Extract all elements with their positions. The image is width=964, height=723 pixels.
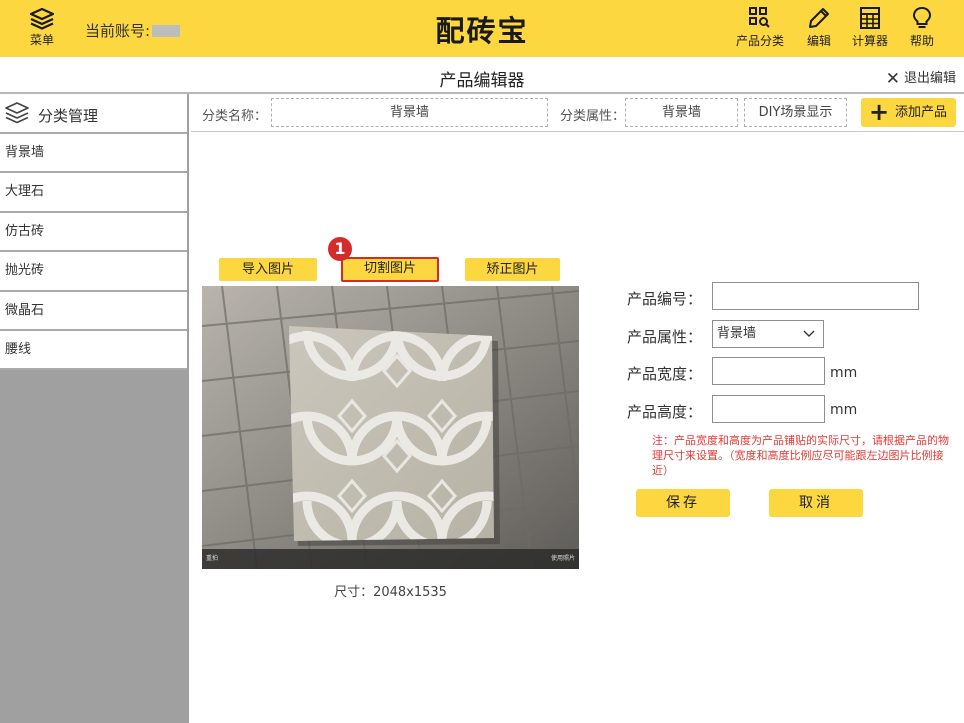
- width-input[interactable]: [712, 357, 825, 385]
- calculator-icon: [860, 7, 880, 29]
- sidebar-item-background-wall[interactable]: 背景墙: [0, 134, 187, 174]
- retake-label: 重拍: [206, 555, 219, 562]
- add-product-button[interactable]: + 添加产品: [861, 98, 956, 127]
- category-sidebar: 分类管理 背景墙 大理石 仿古砖 抛光砖 微晶石 腰线: [0, 94, 189, 723]
- save-button[interactable]: 保存: [636, 489, 730, 517]
- pencil-icon: [809, 8, 829, 28]
- camera-strip: 重拍 使用照片: [202, 549, 579, 569]
- plus-icon: +: [869, 98, 890, 126]
- add-product-label: 添加产品: [895, 105, 948, 120]
- sidebar-item-microcrystal[interactable]: 微晶石: [0, 291, 187, 331]
- calculator-button[interactable]: 计算器: [842, 7, 898, 49]
- product-attr-select[interactable]: 背景墙: [712, 320, 824, 348]
- category-attr-field[interactable]: 背景墙: [625, 98, 738, 127]
- cancel-button[interactable]: 取消: [769, 489, 863, 517]
- product-no-input[interactable]: [712, 282, 919, 310]
- chevron-down-icon: [803, 330, 815, 337]
- height-label: 产品高度：: [627, 403, 703, 421]
- category-attr-label: 分类属性：: [560, 109, 626, 124]
- cut-image-button[interactable]: 切割图片: [341, 257, 439, 282]
- diy-scene-toggle[interactable]: DIY场景显示: [744, 98, 847, 127]
- tile-photo: 重拍 使用照片: [202, 286, 579, 569]
- top-toolbar: 菜单 当前账号: 配砖宝 产品分类 编辑 计算器 帮助: [0, 0, 964, 57]
- sidebar-title: 分类管理: [38, 107, 99, 125]
- step-badge: 1: [328, 237, 352, 261]
- layers-icon: [5, 102, 29, 124]
- page-header: 产品编辑器 ✕ 退出编辑: [0, 57, 964, 94]
- lightbulb-icon: [912, 7, 932, 28]
- correct-image-button[interactable]: 矫正图片: [465, 258, 560, 281]
- sidebar-item-marble[interactable]: 大理石: [0, 173, 187, 213]
- sidebar-header: 分类管理: [0, 94, 187, 134]
- tile-photo-image: [202, 286, 579, 569]
- import-image-button[interactable]: 导入图片: [219, 258, 317, 281]
- help-button[interactable]: 帮助: [894, 7, 950, 49]
- sidebar-item-waistline[interactable]: 腰线: [0, 330, 187, 371]
- width-label: 产品宽度：: [627, 365, 703, 383]
- image-size-text: 尺寸：2048x1535: [334, 585, 447, 600]
- product-attr-selected: 背景墙: [717, 326, 757, 341]
- product-category-button[interactable]: 产品分类: [732, 7, 788, 49]
- exit-edit-label: 退出编辑: [903, 71, 956, 86]
- product-no-label: 产品编号：: [627, 290, 703, 308]
- close-icon: ✕: [885, 69, 900, 89]
- editor-main: 分类名称： 背景墙 分类属性： 背景墙 DIY场景显示 + 添加产品 导入图片 切…: [191, 94, 964, 723]
- height-input[interactable]: [712, 395, 825, 423]
- edit-label: 编辑: [806, 34, 831, 48]
- width-unit: mm: [830, 365, 858, 381]
- size-note: 注：产品宽度和高度为产品铺贴的实际尺寸，请根据产品的物理尺寸来设置。（宽度和高度…: [652, 434, 949, 477]
- filter-bar: 分类名称： 背景墙 分类属性： 背景墙 DIY场景显示 + 添加产品: [191, 94, 964, 132]
- help-label: 帮助: [909, 34, 934, 48]
- product-category-label: 产品分类: [735, 34, 784, 48]
- product-attr-label: 产品属性：: [627, 328, 703, 346]
- page-title: 产品编辑器: [439, 71, 525, 91]
- height-unit: mm: [830, 402, 858, 418]
- category-name-field[interactable]: 背景墙: [271, 98, 548, 127]
- category-name-label: 分类名称：: [202, 109, 268, 124]
- edit-button[interactable]: 编辑: [791, 7, 847, 49]
- category-search-icon: [749, 7, 770, 28]
- sidebar-item-antique-tile[interactable]: 仿古砖: [0, 212, 187, 253]
- exit-edit-button[interactable]: ✕ 退出编辑: [886, 67, 956, 89]
- calculator-label: 计算器: [851, 34, 888, 48]
- sidebar-item-polished-tile[interactable]: 抛光砖: [0, 252, 187, 292]
- use-photo-label: 使用照片: [550, 555, 575, 562]
